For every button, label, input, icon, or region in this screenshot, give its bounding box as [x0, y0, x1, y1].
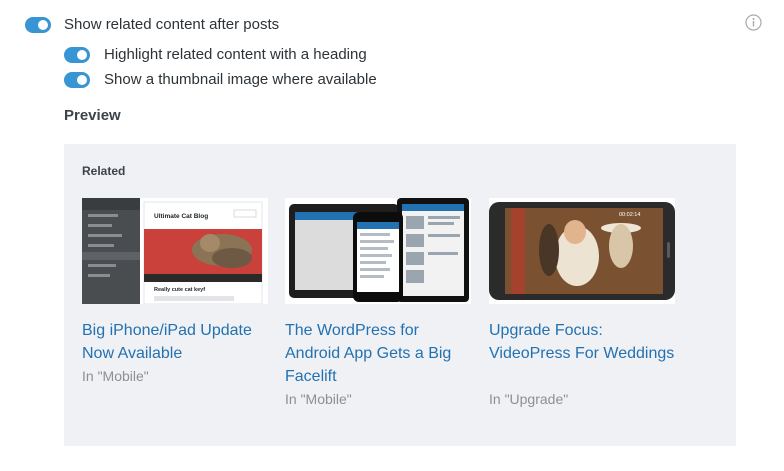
related-post-title[interactable]: The WordPress for Android App Gets a Big… [285, 319, 471, 388]
toggle-show-related[interactable] [25, 17, 51, 33]
toggle-knob [77, 50, 87, 60]
thumb-blog-title: Ultimate Cat Blog [154, 213, 208, 220]
related-post-title[interactable]: Upgrade Focus: VideoPress For Weddings [489, 319, 675, 365]
thumb-post-caption: Really cute cat keyf [154, 287, 205, 293]
toggle-label-show-related: Show related content after posts [64, 16, 280, 33]
related-post-category: In "Mobile" [82, 368, 149, 384]
preview-heading: Preview [64, 107, 121, 124]
post-thumbnail[interactable] [285, 198, 471, 304]
toggle-knob [77, 75, 87, 85]
toggle-show-thumbnail[interactable] [64, 72, 90, 88]
video-timestamp: 00:02:14 [619, 212, 640, 218]
related-heading: Related [82, 164, 126, 178]
post-thumbnail[interactable]: Ultimate Cat Blog Really cute cat keyf [82, 198, 268, 304]
toggle-label-highlight-heading: Highlight related content with a heading [104, 46, 367, 63]
related-post-title[interactable]: Big iPhone/iPad Update Now Available [82, 319, 268, 365]
info-icon[interactable] [745, 14, 762, 31]
toggle-highlight-heading[interactable] [64, 47, 90, 63]
related-post-category: In "Mobile" [285, 391, 352, 407]
toggle-label-show-thumbnail: Show a thumbnail image where available [104, 71, 377, 88]
toggle-knob [38, 20, 48, 30]
related-post-category: In "Upgrade" [489, 391, 569, 407]
post-thumbnail[interactable]: 00:02:14 [489, 198, 675, 304]
